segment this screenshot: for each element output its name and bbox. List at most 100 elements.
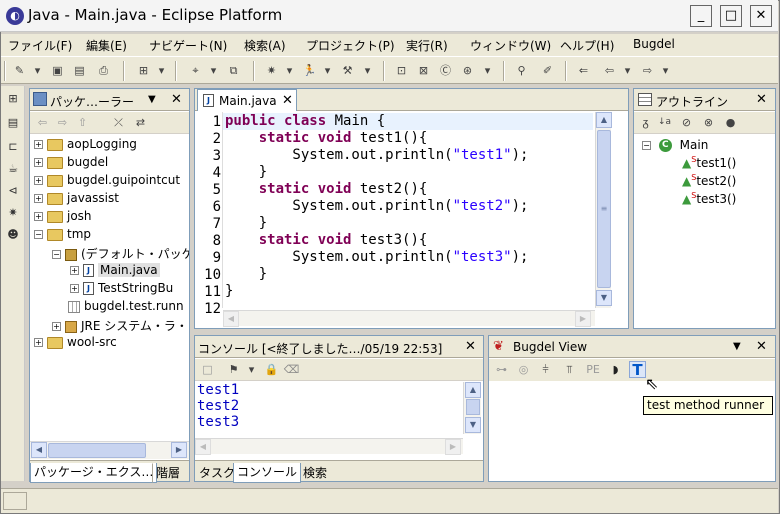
dropdown-icon[interactable]: ▾ [153, 62, 170, 79]
scroll-right-icon[interactable]: ▶ [445, 439, 461, 455]
target-icon[interactable]: ◎ [515, 361, 532, 378]
tree-item-jre-system-library[interactable]: + JRE システム・ラ・ [52, 317, 188, 335]
menu-file[interactable]: ファイル(F) [8, 37, 72, 54]
editor-hscroll[interactable]: ◀ ▶ [223, 310, 595, 327]
scroll-up-icon[interactable]: ▲ [596, 112, 612, 128]
outline-method-test2[interactable]: ▲Stest2() [682, 173, 736, 188]
link-with-editor-icon[interactable]: ⇄ [132, 114, 149, 131]
scroll-right-icon[interactable]: ▶ [171, 442, 187, 458]
close-icon[interactable]: ✕ [282, 93, 293, 108]
menu-run[interactable]: 実行(R) [406, 37, 448, 54]
menu-window[interactable]: ウィンドウ(W) [470, 37, 551, 54]
outline-method-test3[interactable]: ▲Stest3() [682, 191, 736, 206]
java-perspective-icon[interactable]: ☕ [4, 160, 22, 178]
close-icon[interactable]: ✕ [756, 92, 767, 107]
new-java-project-icon[interactable]: ⊡ [393, 62, 410, 79]
save-icon[interactable]: ▣ [49, 62, 66, 79]
print-icon[interactable]: ⎙ [95, 62, 112, 79]
tab-package-explorer[interactable]: パッケージ・エクス… [30, 463, 158, 483]
menu-bugdel[interactable]: Bugdel [633, 37, 675, 51]
collapse-icon[interactable]: − [52, 250, 61, 259]
scroll-up-icon[interactable]: ▲ [465, 382, 481, 398]
dropdown-icon[interactable]: ▾ [319, 62, 336, 79]
minimize-button[interactable]: _ [690, 5, 712, 27]
dropdown-icon[interactable]: ▾ [479, 62, 496, 79]
dropdown-icon[interactable]: ▾ [359, 62, 376, 79]
menu-project[interactable]: プロジェクト(P) [306, 37, 395, 54]
editor-vscroll[interactable]: ▲ ≡ ▼ [595, 112, 612, 308]
collapse-all-icon[interactable]: ⤫ [110, 114, 127, 131]
tree-item-default-package[interactable]: − (デフォルト・パッケ [52, 245, 189, 263]
menu-help[interactable]: ヘルプ(H) [560, 37, 614, 54]
debug-perspective-icon[interactable]: ✷ [4, 204, 22, 222]
search-icon[interactable]: ⚲ [513, 62, 530, 79]
pointcut-icon[interactable]: ⫩ [537, 361, 554, 378]
scroll-lock-icon[interactable]: 🔒 [263, 361, 280, 378]
save-all-icon[interactable]: ▤ [71, 62, 88, 79]
maximize-button[interactable]: □ [720, 5, 742, 27]
dropdown-icon[interactable]: ▾ [29, 62, 46, 79]
scroll-thumb[interactable] [48, 443, 146, 458]
scroll-thumb[interactable]: ≡ [597, 130, 611, 288]
scroll-left-icon[interactable]: ◀ [195, 439, 211, 455]
expand-icon[interactable]: + [34, 176, 43, 185]
expand-icon[interactable]: + [34, 338, 43, 347]
tab-hierarchy[interactable]: 階層 [152, 463, 184, 483]
dropdown-icon[interactable]: ▾ [243, 361, 260, 378]
view-menu-icon[interactable]: ▼ [148, 94, 156, 105]
menu-search[interactable]: 検索(A) [244, 37, 286, 54]
scroll-down-icon[interactable]: ▼ [596, 290, 612, 306]
hide-nonpublic-icon[interactable]: ⊗ [700, 114, 717, 131]
tree-icon[interactable]: ⫪ [561, 361, 578, 378]
close-icon[interactable]: ✕ [171, 92, 182, 107]
open-perspective-icon[interactable]: ⊞ [4, 90, 22, 108]
pencil-icon[interactable]: ✐ [539, 62, 556, 79]
new-icon[interactable]: ✎ [11, 62, 28, 79]
tree-item-wool-src[interactable]: + wool-src [34, 335, 117, 353]
new-class-icon[interactable]: Ⓒ [437, 62, 454, 79]
tree-item-javassist[interactable]: + javassist [34, 191, 119, 209]
editor-tab-main-java[interactable]: J Main.java ✕ [197, 89, 297, 111]
dropdown-icon[interactable]: ▾ [619, 62, 636, 79]
cvs-perspective-icon[interactable]: ⊏ [4, 138, 22, 156]
expand-icon[interactable]: + [34, 212, 43, 221]
open-perspective-icon[interactable]: ⧉ [225, 62, 242, 79]
bugdel-perspective-icon[interactable]: ☻ [4, 226, 22, 244]
open-type-icon[interactable]: ⌖ [187, 62, 204, 79]
tree-item-teststringbuffer[interactable]: + J TestStringBu [70, 281, 173, 299]
close-icon[interactable]: ✕ [756, 339, 767, 354]
tree-item-main-java[interactable]: + J Main.java [70, 263, 160, 281]
tab-console[interactable]: コンソール [233, 463, 302, 483]
code-area[interactable]: public class Main { static void test1(){… [195, 112, 595, 308]
new-wizard-icon[interactable]: ⊞ [135, 62, 152, 79]
tree-item-aoplogging[interactable]: + aopLogging [34, 137, 137, 155]
expand-icon[interactable]: + [34, 140, 43, 149]
java-browsing-icon[interactable]: ⊲ [4, 182, 22, 200]
hide-local-types-icon[interactable]: ● [722, 114, 739, 131]
expand-icon[interactable]: + [70, 284, 79, 293]
tree-item-bugdel[interactable]: + bugdel [34, 155, 108, 173]
test-method-runner-button[interactable]: T [629, 361, 646, 379]
display-console-icon[interactable]: ⚑ [225, 361, 242, 378]
tree-item-bugdel-guipointcut[interactable]: + bugdel.guipointcut [34, 173, 180, 191]
forward-icon[interactable]: ⇨ [639, 62, 656, 79]
outline-class-main[interactable]: − C Main [642, 138, 708, 152]
tree-item-josh[interactable]: + josh [34, 209, 92, 227]
hide-static-icon[interactable]: ⊘ [678, 114, 695, 131]
scroll-thumb[interactable] [466, 399, 480, 415]
close-icon[interactable]: ✕ [465, 339, 476, 354]
back-icon[interactable]: ⇦ [601, 62, 618, 79]
console-output[interactable]: test1 test2 test3 [195, 382, 463, 434]
up-icon[interactable]: ⇧ [74, 114, 91, 131]
pe-label[interactable]: PE [583, 361, 603, 378]
debug-icon[interactable]: ✷ [263, 62, 280, 79]
sort-icon[interactable]: ↓a [656, 114, 673, 131]
scroll-down-icon[interactable]: ▼ [465, 417, 481, 433]
scroll-right-icon[interactable]: ▶ [575, 311, 591, 327]
resource-perspective-icon[interactable]: ▤ [4, 114, 22, 132]
half-circle-icon[interactable]: ◗ [607, 361, 624, 378]
forward-icon[interactable]: ⇨ [54, 114, 71, 131]
expand-icon[interactable]: + [70, 266, 79, 275]
collapse-icon[interactable]: − [642, 141, 651, 150]
dropdown-icon[interactable]: ▾ [205, 62, 222, 79]
